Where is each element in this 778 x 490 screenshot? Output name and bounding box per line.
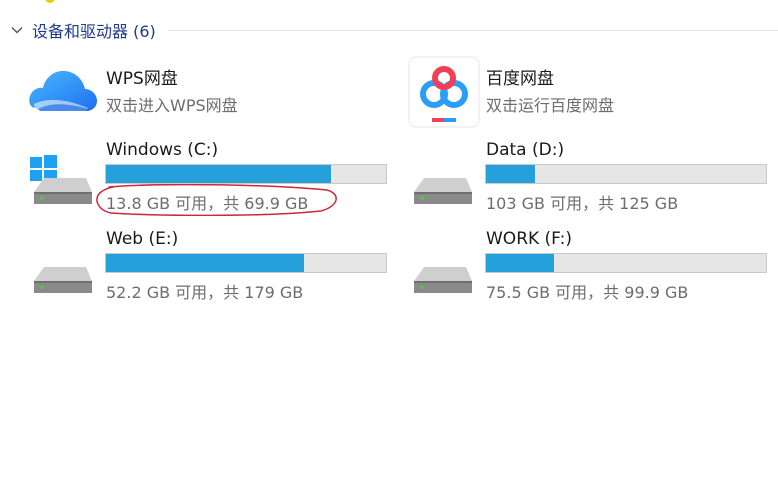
drive-name: Windows (C:): [106, 140, 219, 160]
item-name: WPS网盘: [106, 69, 178, 89]
drive-usage-fill: [106, 165, 331, 183]
item-name: 百度网盘: [486, 69, 554, 89]
drive-f[interactable]: WORK (F:) 75.5 GB 可用，共 99.9 GB: [408, 227, 778, 307]
drive-usage-bar: [105, 164, 387, 184]
item-description: 双击进入WPS网盘: [106, 96, 238, 115]
drive-d[interactable]: Data (D:) 103 GB 可用，共 125 GB: [408, 138, 778, 218]
drive-c[interactable]: Windows (C:) 13.8 GB 可用，共 69.9 GB: [28, 138, 398, 218]
drive-space-text: 52.2 GB 可用，共 179 GB: [106, 283, 304, 302]
group-title: 设备和驱动器 (6): [32, 22, 156, 41]
wps-cloud-icon: [28, 56, 100, 128]
item-wps-netdisk[interactable]: WPS网盘 双击进入WPS网盘: [28, 56, 398, 136]
drive-name: Web (E:): [106, 229, 179, 249]
group-header-devices[interactable]: 设备和驱动器 (6): [8, 16, 778, 44]
scroll-edge: [0, 0, 778, 4]
drive-usage-fill: [486, 254, 555, 272]
drive-space-text: 13.8 GB 可用，共 69.9 GB: [106, 194, 309, 213]
drive-usage-bar: [485, 253, 767, 273]
drive-usage-fill: [106, 254, 305, 272]
hard-drive-icon: [28, 138, 100, 210]
baidu-netdisk-icon: [408, 56, 480, 128]
hard-drive-icon: [408, 227, 480, 299]
drive-name: Data (D:): [486, 140, 565, 160]
drive-usage-bar: [485, 164, 767, 184]
group-divider: [167, 29, 778, 31]
drive-space-text: 103 GB 可用，共 125 GB: [486, 194, 679, 213]
drive-usage-fill: [486, 165, 536, 183]
drive-name: WORK (F:): [486, 229, 573, 249]
hard-drive-icon: [28, 227, 100, 299]
folder-icon-edge: [45, 0, 55, 3]
item-description: 双击运行百度网盘: [486, 96, 615, 115]
hard-drive-icon: [408, 138, 480, 210]
drive-usage-bar: [105, 253, 387, 273]
chevron-down-icon[interactable]: [8, 21, 26, 39]
drive-space-text: 75.5 GB 可用，共 99.9 GB: [486, 283, 689, 302]
drive-e[interactable]: Web (E:) 52.2 GB 可用，共 179 GB: [28, 227, 398, 307]
item-baidu-netdisk[interactable]: 百度网盘 双击运行百度网盘: [408, 56, 778, 136]
